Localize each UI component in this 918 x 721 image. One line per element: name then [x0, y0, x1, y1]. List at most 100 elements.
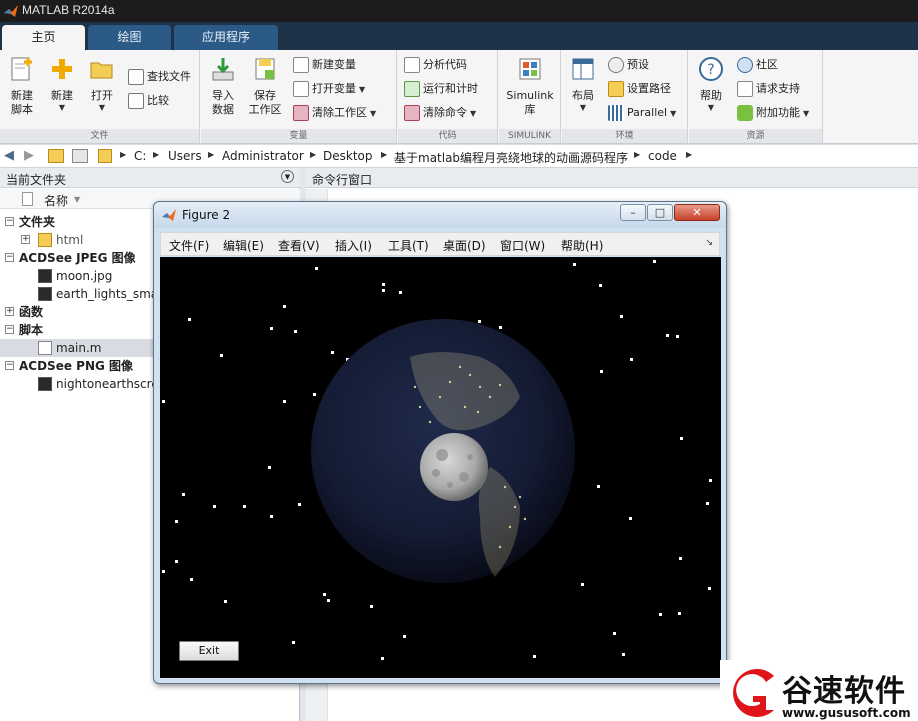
tab-plots[interactable]: 绘图: [88, 25, 171, 50]
clear-commands-button[interactable]: 清除命令 ▼: [404, 104, 476, 124]
path-crumb-project[interactable]: 基于matlab编程月亮绕地球的动画源码程序: [394, 149, 628, 166]
parallel-button[interactable]: Parallel ▼: [608, 104, 676, 124]
open-variable-button[interactable]: 打开变量 ▼: [293, 80, 365, 100]
menu-desktop[interactable]: 桌面(D): [443, 237, 486, 254]
path-separator-icon: ▶: [381, 150, 388, 159]
matlab-logo-icon: [4, 5, 18, 17]
clear-workspace-button[interactable]: 清除工作区 ▼: [293, 104, 376, 124]
request-support-button[interactable]: 请求支持: [737, 80, 800, 100]
request-support-label: 请求支持: [756, 82, 800, 95]
collapse-icon[interactable]: −: [5, 253, 14, 262]
layout-button[interactable]: 布局 ▼: [568, 56, 598, 113]
chevron-down-icon: ▼: [370, 109, 377, 118]
back-arrow-icon[interactable]: ◀: [4, 148, 14, 164]
preferences-label: 预设: [627, 58, 649, 71]
preferences-button[interactable]: 预设: [608, 56, 649, 76]
tree-label: ACDSee JPEG 图像: [19, 251, 136, 265]
menu-file[interactable]: 文件(F): [169, 237, 209, 254]
site-watermark: 谷速软件 www.gususoft.com: [720, 660, 918, 721]
dock-arrow-icon[interactable]: ↘: [705, 238, 713, 248]
collapse-icon[interactable]: −: [5, 217, 14, 226]
minimize-button[interactable]: –: [620, 204, 646, 221]
menu-tools[interactable]: 工具(T): [388, 237, 429, 254]
help-button[interactable]: ? 帮助 ▼: [697, 56, 725, 113]
command-window-title: 命令行窗口: [312, 173, 373, 187]
simulink-library-icon: [519, 58, 541, 80]
find-files-button[interactable]: 查找文件: [128, 68, 191, 88]
group-label-simulink: SIMULINK: [499, 129, 560, 143]
png-file-icon: [38, 377, 52, 391]
group-label-code: 代码: [398, 129, 497, 143]
path-crumb-drive[interactable]: C:: [134, 149, 146, 163]
chevron-down-icon: ▼: [58, 103, 66, 112]
column-name-header[interactable]: 名称: [44, 192, 68, 209]
folder-open-icon: [90, 62, 113, 79]
path-crumb-code[interactable]: code: [648, 149, 677, 163]
save-workspace-button[interactable]: 保存 工作区: [245, 56, 285, 117]
new-variable-label: 新建变量: [312, 58, 356, 71]
forward-arrow-icon[interactable]: ▶: [24, 148, 34, 164]
path-crumb-desktop[interactable]: Desktop: [323, 149, 373, 163]
space-scene: [162, 260, 712, 660]
group-label-environment: 环境: [562, 129, 687, 143]
chevron-down-icon: ▼: [707, 103, 715, 112]
set-path-button[interactable]: 设置路径: [608, 80, 671, 100]
chevron-down-icon: ▼: [359, 85, 366, 94]
chevron-down-icon: ▼: [803, 109, 810, 118]
collapse-icon[interactable]: −: [5, 325, 14, 334]
tree-label: main.m: [56, 341, 102, 355]
browse-folder-icon[interactable]: [72, 149, 88, 163]
path-crumb-users[interactable]: Users: [168, 149, 202, 163]
tree-label: moon.jpg: [56, 269, 113, 283]
ribbon: 新建 脚本 新建 ▼ 打开 ▼ 查找文件 比较 文件 导入 数据 保存 工作区 …: [0, 50, 918, 144]
group-label-variable: 变量: [201, 129, 396, 143]
maximize-button[interactable]: □: [647, 204, 673, 221]
menu-view[interactable]: 查看(V): [278, 237, 320, 254]
new-label: 新建: [51, 89, 73, 102]
tree-label: html: [56, 233, 84, 247]
window-title: MATLAB R2014a: [22, 3, 115, 17]
run-and-time-button[interactable]: 运行和计时: [404, 80, 478, 100]
tab-apps[interactable]: 应用程序: [174, 25, 278, 50]
menu-help[interactable]: 帮助(H): [561, 237, 603, 254]
analyze-code-button[interactable]: 分析代码: [404, 56, 467, 76]
add-ons-button[interactable]: 附加功能 ▼: [737, 104, 809, 124]
clear-workspace-icon: [293, 105, 309, 121]
panel-menu-icon[interactable]: ▼: [281, 170, 294, 183]
ribbon-group-simulink: Simulink 库 SIMULINK: [499, 50, 561, 144]
exit-button[interactable]: Exit: [179, 641, 239, 661]
clear-commands-label: 清除命令: [423, 106, 467, 119]
parallel-label: Parallel: [627, 106, 668, 119]
path-crumb-administrator[interactable]: Administrator: [222, 149, 304, 163]
community-button[interactable]: 社区: [737, 56, 778, 76]
up-folder-icon[interactable]: [48, 149, 64, 163]
new-variable-button[interactable]: 新建变量: [293, 56, 356, 76]
open-button[interactable]: 打开 ▼: [86, 56, 118, 113]
path-separator-icon: ▶: [208, 150, 215, 159]
new-script-button[interactable]: 新建 脚本: [6, 56, 38, 117]
expand-icon[interactable]: +: [5, 307, 14, 316]
ribbon-group-code: 分析代码 运行和计时 清除命令 ▼ 代码: [398, 50, 498, 144]
set-path-icon: [608, 81, 624, 97]
collapse-icon[interactable]: −: [5, 361, 14, 370]
open-variable-icon: [293, 81, 309, 97]
new-button[interactable]: 新建 ▼: [46, 56, 78, 113]
simulink-library-button[interactable]: Simulink 库: [503, 56, 557, 117]
sort-arrow-icon[interactable]: ▼: [74, 195, 80, 204]
chevron-down-icon: ▼: [670, 109, 677, 118]
close-button[interactable]: ✕: [674, 204, 720, 221]
m-file-icon: [38, 341, 52, 355]
figure-title-bar[interactable]: Figure 2 – □ ✕: [154, 202, 726, 228]
path-separator-icon: ▶: [634, 150, 641, 159]
import-data-button[interactable]: 导入 数据: [207, 56, 239, 117]
compare-button[interactable]: 比较: [128, 92, 169, 112]
tab-home[interactable]: 主页: [2, 25, 85, 50]
new-plus-icon: [52, 59, 72, 79]
new-script-label: 新建 脚本: [11, 89, 33, 116]
expand-icon[interactable]: +: [21, 235, 30, 244]
add-ons-icon: [737, 105, 753, 121]
menu-edit[interactable]: 编辑(E): [223, 237, 264, 254]
menu-window[interactable]: 窗口(W): [500, 237, 545, 254]
ribbon-group-environment: 布局 ▼ 预设 设置路径 Parallel ▼ 环境: [562, 50, 688, 144]
menu-insert[interactable]: 插入(I): [335, 237, 372, 254]
